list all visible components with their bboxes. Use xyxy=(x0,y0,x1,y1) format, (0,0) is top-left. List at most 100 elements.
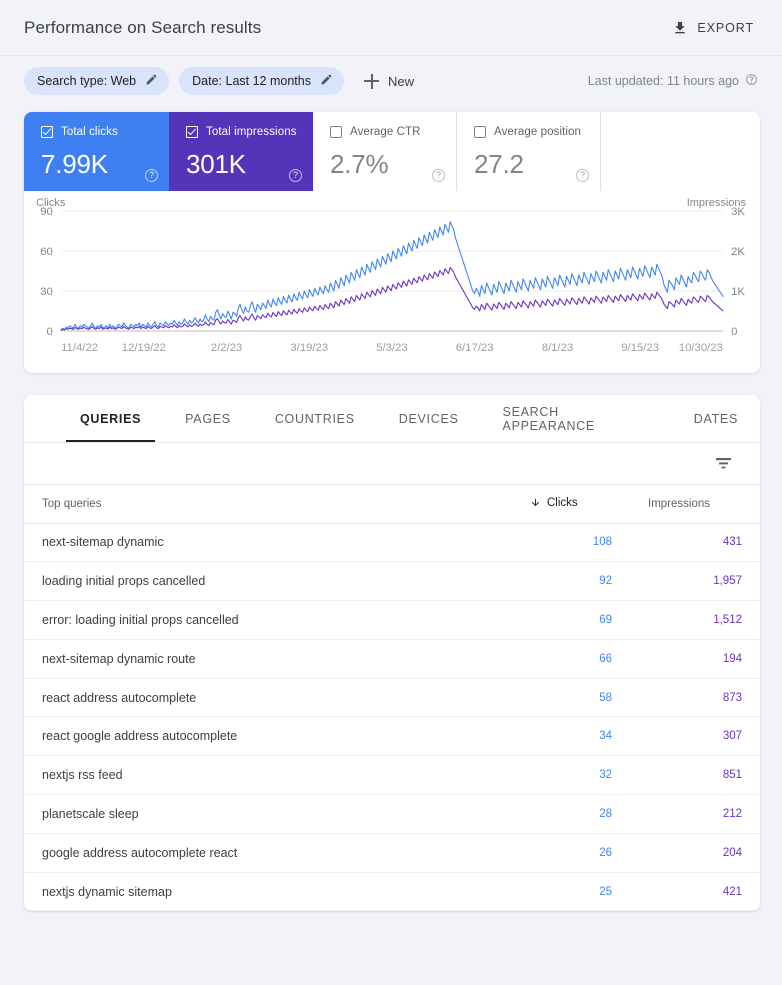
table-cell-query[interactable]: next-sitemap dynamic route xyxy=(24,639,512,678)
table-cell-clicks: 58 xyxy=(512,678,630,717)
tab-search-appearance[interactable]: SEARCH APPEARANCE xyxy=(481,395,672,442)
table-cell-clicks: 25 xyxy=(512,872,630,911)
svg-text:10/30/23: 10/30/23 xyxy=(679,342,723,354)
table-header-row: Top queries Clicks Impressions xyxy=(24,485,760,523)
chart-canvas[interactable]: 00301K602K903K11/4/2212/19/222/2/233/19/… xyxy=(24,201,760,361)
table-row[interactable]: react google address autocomplete34307 xyxy=(24,717,760,756)
checkbox-average-ctr[interactable] xyxy=(330,126,342,138)
tab-label: COUNTRIES xyxy=(275,412,355,426)
page-title: Performance on Search results xyxy=(24,18,261,38)
metric-head: Average position xyxy=(474,124,586,140)
metric-value: 27.2 xyxy=(474,149,586,180)
metric-cards: Total clicks 7.99K ? Total impressions 3… xyxy=(24,112,760,191)
metric-label: Total impressions xyxy=(206,126,297,138)
table-cell-clicks: 32 xyxy=(512,756,630,795)
svg-text:0: 0 xyxy=(731,326,737,338)
tab-label: QUERIES xyxy=(80,412,141,426)
pencil-icon xyxy=(320,73,333,89)
metric-card-average-position[interactable]: Average position 27.2 ? xyxy=(457,112,601,191)
table-cell-query[interactable]: next-sitemap dynamic xyxy=(24,523,512,562)
metric-label: Average position xyxy=(494,126,581,138)
column-header-clicks-label: Clicks xyxy=(547,497,578,509)
metric-card-total-clicks[interactable]: Total clicks 7.99K ? xyxy=(24,112,169,191)
metrics-filler xyxy=(601,112,760,191)
svg-text:0: 0 xyxy=(47,326,53,338)
table-cell-impressions: 431 xyxy=(630,523,760,562)
column-header-top-queries[interactable]: Top queries xyxy=(24,485,512,523)
table-cell-query[interactable]: planetscale sleep xyxy=(24,795,512,834)
table-cell-clicks: 34 xyxy=(512,717,630,756)
svg-text:30: 30 xyxy=(40,286,53,298)
metric-value: 301K xyxy=(186,149,299,180)
dimension-table-panel: QUERIES PAGES COUNTRIES DEVICESSEARCH APPEA… xyxy=(24,395,760,911)
checkbox-total-impressions[interactable] xyxy=(186,126,198,138)
help-circle-icon[interactable]: ? xyxy=(289,169,302,182)
table-row[interactable]: loading initial props cancelled921,957 xyxy=(24,562,760,601)
metric-card-average-ctr[interactable]: Average CTR 2.7% ? xyxy=(313,112,457,191)
table-row[interactable]: error: loading initial props cancelled69… xyxy=(24,601,760,640)
table-row[interactable]: next-sitemap dynamic route66194 xyxy=(24,639,760,678)
tab-pages[interactable]: PAGES xyxy=(163,395,253,442)
help-circle-icon[interactable]: ? xyxy=(145,169,158,182)
arrow-down-icon xyxy=(530,497,541,508)
export-label: EXPORT xyxy=(697,21,754,35)
table-row[interactable]: nextjs dynamic sitemap25421 xyxy=(24,872,760,911)
table-cell-impressions: 194 xyxy=(630,639,760,678)
filter-funnel-icon[interactable] xyxy=(715,456,732,471)
metric-head: Total impressions xyxy=(186,124,299,140)
help-circle-icon[interactable]: ? xyxy=(576,169,589,182)
last-updated-label: Last updated: 11 hours ago xyxy=(588,74,739,88)
page-header: Performance on Search results EXPORT xyxy=(0,0,782,56)
table-row[interactable]: google address autocomplete react26204 xyxy=(24,833,760,872)
tab-devices[interactable]: DEVICES xyxy=(377,395,481,442)
table-cell-clicks: 28 xyxy=(512,795,630,834)
table-cell-query[interactable]: error: loading initial props cancelled xyxy=(24,601,512,640)
tab-label: PAGES xyxy=(185,412,231,426)
checkbox-average-position[interactable] xyxy=(474,126,486,138)
table-cell-query[interactable]: react address autocomplete xyxy=(24,678,512,717)
svg-text:2/2/23: 2/2/23 xyxy=(211,342,242,354)
pencil-icon xyxy=(145,73,158,89)
performance-chart: Clicks Impressions 00301K602K903K11/4/22… xyxy=(24,191,760,373)
column-header-impressions[interactable]: Impressions xyxy=(630,485,760,523)
svg-text:6/17/23: 6/17/23 xyxy=(456,342,494,354)
table-cell-query[interactable]: nextjs rss feed xyxy=(24,756,512,795)
tab-label: DATES xyxy=(694,412,738,426)
svg-text:1K: 1K xyxy=(731,286,745,298)
metric-card-total-impressions[interactable]: Total impressions 301K ? xyxy=(169,112,313,191)
metric-label: Average CTR xyxy=(350,126,421,138)
table-row[interactable]: next-sitemap dynamic108431 xyxy=(24,523,760,562)
filter-chip-date[interactable]: Date: Last 12 months xyxy=(179,67,344,95)
table-row[interactable]: planetscale sleep28212 xyxy=(24,795,760,834)
tab-countries[interactable]: COUNTRIES xyxy=(253,395,377,442)
table-cell-impressions: 212 xyxy=(630,795,760,834)
help-circle-icon[interactable]: ? xyxy=(432,169,445,182)
table-cell-query[interactable]: loading initial props cancelled xyxy=(24,562,512,601)
tab-dates[interactable]: DATES xyxy=(672,395,760,442)
plus-icon xyxy=(364,74,379,89)
svg-text:60: 60 xyxy=(40,246,53,258)
table-cell-query[interactable]: google address autocomplete react xyxy=(24,833,512,872)
performance-panel: Total clicks 7.99K ? Total impressions 3… xyxy=(24,112,760,373)
table-filter-row xyxy=(24,443,760,485)
table-cell-query[interactable]: react google address autocomplete xyxy=(24,717,512,756)
table-cell-impressions: 421 xyxy=(630,872,760,911)
table-row[interactable]: nextjs rss feed32851 xyxy=(24,756,760,795)
table-cell-clicks: 66 xyxy=(512,639,630,678)
filter-chip-search-type[interactable]: Search type: Web xyxy=(24,67,169,95)
checkbox-total-clicks[interactable] xyxy=(41,126,53,138)
filter-bar: Search type: Web Date: Last 12 months Ne… xyxy=(0,56,782,106)
table-cell-clicks: 69 xyxy=(512,601,630,640)
table-cell-query[interactable]: nextjs dynamic sitemap xyxy=(24,872,512,911)
column-header-clicks[interactable]: Clicks xyxy=(512,485,630,523)
new-filter-button[interactable]: New xyxy=(360,70,422,93)
table-cell-clicks: 26 xyxy=(512,833,630,872)
chart-left-axis-name: Clicks xyxy=(36,197,65,209)
tab-queries[interactable]: QUERIES xyxy=(58,395,163,442)
help-circle-icon[interactable] xyxy=(745,73,758,89)
table-row[interactable]: react address autocomplete58873 xyxy=(24,678,760,717)
metric-head: Average CTR xyxy=(330,124,442,140)
export-button[interactable]: EXPORT xyxy=(668,14,758,42)
table-cell-impressions: 307 xyxy=(630,717,760,756)
table-body: next-sitemap dynamic108431loading initia… xyxy=(24,523,760,911)
